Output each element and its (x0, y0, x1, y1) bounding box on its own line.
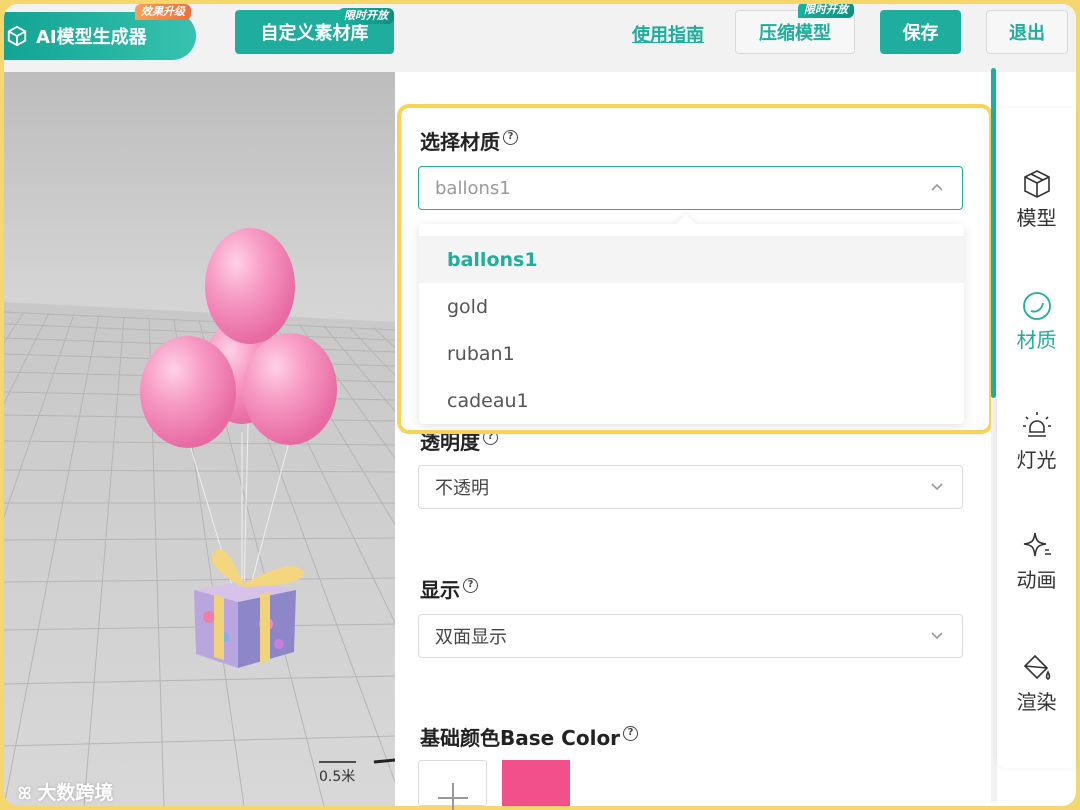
sidebar-item-label: 模型 (1016, 206, 1057, 230)
balloon-top (205, 228, 295, 344)
exit-button[interactable]: 退出 (986, 10, 1068, 54)
transparency-label-text: 透明度 (420, 430, 480, 454)
save-button[interactable]: 保存 (880, 10, 961, 54)
sidebar-item-label: 材质 (1016, 328, 1057, 352)
material-option[interactable]: ruban1 (419, 330, 964, 377)
material-icon (1022, 292, 1051, 320)
help-icon[interactable]: ? (463, 578, 478, 593)
material-option[interactable]: gold (419, 283, 964, 330)
3d-viewport[interactable]: 0.5米 ꕤ 大数跨境 (4, 72, 395, 806)
top-toolbar: AI模型生成器 效果升级 自定义素材库 限时开放 使用指南 压缩模型 限时开放 … (4, 4, 1076, 72)
display-select-value: 双面显示 (435, 627, 507, 648)
sidebar-item-model[interactable]: 模型 (997, 168, 1076, 231)
base-color-label-text: 基础颜色Base Color (420, 726, 621, 750)
sidebar-item-light[interactable]: 灯光 (997, 410, 1076, 473)
material-option[interactable]: ballons1 (419, 236, 964, 283)
display-label-text: 显示 (420, 578, 460, 602)
chevron-down-icon (931, 632, 943, 640)
compress-model-label: 压缩模型 (759, 23, 831, 44)
watermark-logo-icon: ꕤ (18, 784, 32, 803)
display-select[interactable]: 双面显示 (418, 614, 963, 658)
balloon-right (243, 333, 337, 445)
lightbulb-icon (1022, 412, 1051, 437)
transparency-section-label: 透明度 ? (420, 426, 498, 455)
transparency-select-value: 不透明 (435, 478, 489, 499)
cube-icon (7, 25, 27, 47)
chevron-down-icon (931, 483, 943, 491)
save-label: 保存 (902, 23, 939, 44)
help-icon[interactable]: ? (623, 726, 639, 741)
exit-label: 退出 (1009, 23, 1045, 44)
base-color-section-label: 基础颜色Base Color ? (420, 722, 639, 751)
sidebar-item-label: 灯光 (1016, 448, 1057, 472)
help-icon[interactable]: ? (483, 430, 498, 445)
sidebar-item-animation[interactable]: 动画 (997, 530, 1076, 593)
sidebar-item-render[interactable]: 渲染 (997, 652, 1076, 715)
panel-scrollbar-thumb[interactable] (991, 68, 996, 398)
material-option[interactable]: cadeau1 (419, 377, 964, 424)
sidebar-item-label: 动画 (1016, 568, 1057, 592)
material-library-badge: 限时开放 (338, 8, 394, 24)
scene-canvas (4, 228, 395, 806)
paint-bucket-icon (1023, 654, 1050, 680)
sidebar-item-label: 渲染 (1016, 690, 1057, 714)
watermark: ꕤ 大数跨境 (18, 778, 113, 805)
user-guide-link[interactable]: 使用指南 (632, 21, 704, 47)
transparency-select[interactable]: 不透明 (418, 465, 963, 509)
compress-model-badge: 限时开放 (798, 4, 854, 18)
balloon-left (140, 336, 236, 448)
material-select-value: ballons1 (435, 177, 511, 199)
add-color-button[interactable] (418, 760, 487, 810)
base-color-swatch[interactable] (502, 760, 570, 806)
material-label-text: 选择材质 (420, 130, 500, 154)
ai-model-generator-label: AI模型生成器 (36, 27, 147, 48)
material-section-label: 选择材质 ? (420, 126, 518, 155)
scale-label: 0.5米 (319, 769, 356, 785)
cube-icon (1023, 170, 1050, 198)
help-icon[interactable]: ? (503, 130, 518, 145)
ai-upgrade-badge: 效果升级 (135, 4, 191, 20)
watermark-text: 大数跨境 (37, 782, 114, 804)
display-section-label: 显示 ? (420, 574, 478, 603)
material-dropdown: ballons1 gold ruban1 cadeau1 (419, 214, 964, 424)
chevron-up-icon (931, 183, 943, 191)
material-select[interactable]: ballons1 (418, 166, 963, 210)
sparkle-icon (1023, 532, 1051, 557)
sidebar-item-material[interactable]: 材质 (997, 290, 1076, 353)
axis-indicator (373, 758, 395, 764)
